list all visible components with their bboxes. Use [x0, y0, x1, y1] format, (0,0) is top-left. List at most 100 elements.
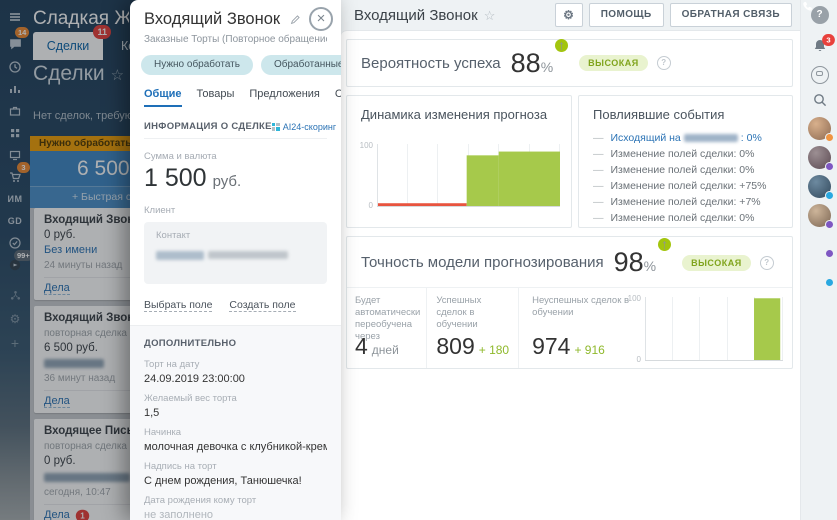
- support-chat-button[interactable]: [801, 66, 837, 84]
- close-icon[interactable]: ×: [309, 7, 333, 31]
- network-icon[interactable]: [0, 284, 30, 306]
- avatar[interactable]: [808, 262, 831, 285]
- activities-counter-badge: 1: [76, 509, 90, 520]
- model-stat-value: 974: [532, 333, 570, 359]
- deal-card-activities-link[interactable]: Дела: [44, 282, 70, 295]
- updates-disc-icon[interactable]: 99+: [0, 254, 30, 276]
- custom-field-label: Желаемый вес торта: [144, 393, 327, 404]
- deal-card-activities-link[interactable]: Дела: [44, 395, 70, 408]
- event-row: —Изменение полей сделки: +7%: [593, 194, 780, 210]
- create-field-link[interactable]: Создать поле: [229, 299, 295, 312]
- model-stat: Будет автоматически переобучена через 4д…: [347, 287, 426, 368]
- redacted-contact-name: [156, 251, 204, 260]
- avatar[interactable]: [808, 233, 831, 256]
- event-text[interactable]: Изменение полей сделки: +7%: [611, 196, 761, 208]
- shop-cart-icon[interactable]: 3: [0, 166, 30, 188]
- client-field-label: Клиент: [144, 205, 327, 216]
- help-icon[interactable]: ?: [760, 256, 774, 270]
- stage-pill[interactable]: Нужно обработать: [141, 55, 253, 75]
- status-dot: [825, 220, 834, 229]
- support-chat-icon: [811, 66, 829, 84]
- deal-title: Входящий Звонок: [144, 10, 327, 29]
- custom-field-label: Надпись на торт: [144, 461, 327, 472]
- deal-extra-section: ДОПОЛНИТЕЛЬНО Торт на дату 24.09.2019 23…: [130, 325, 341, 520]
- custom-field[interactable]: Надпись на торт С днем рождения, Танюшеч…: [144, 461, 327, 488]
- success-probability-card: Вероятность успеха 88% ↑ ВЫСОКАЯ ?: [346, 39, 793, 87]
- event-text[interactable]: Изменение полей сделки: +75%: [611, 180, 767, 192]
- avatar[interactable]: [808, 146, 831, 169]
- custom-field[interactable]: Дата рождения кому торт не заполнено: [144, 495, 327, 520]
- influencing-events-card: Повлиявшие события —Исходящий на: 0% —Из…: [578, 95, 793, 228]
- redacted-client-name: [44, 359, 104, 368]
- event-text[interactable]: Изменение полей сделки: 0%: [611, 164, 755, 176]
- event-row: — Изменение полей сделки: +75%: [593, 178, 780, 194]
- deal-tab[interactable]: Предложения: [249, 88, 320, 107]
- redacted-contact-phone: [208, 251, 288, 259]
- avatar[interactable]: [808, 204, 831, 227]
- deal-info-section: ИНФОРМАЦИЯ О СДЕЛКЕ AI24-скоринг Сумма и…: [130, 107, 341, 311]
- im-shortcut[interactable]: ИМ: [0, 188, 30, 210]
- extra-section-heading: ДОПОЛНИТЕЛЬНО: [144, 338, 327, 349]
- right-toolbar: ? 3: [800, 0, 837, 520]
- dash-icon: —: [593, 180, 604, 192]
- custom-field[interactable]: Начинка молочная девочка с клубникой-кре…: [144, 427, 327, 454]
- events-title: Повлиявшие события: [579, 96, 792, 122]
- custom-field[interactable]: Желаемый вес торта 1,5: [144, 393, 327, 420]
- help-button[interactable]: ПОМОЩЬ: [589, 3, 664, 27]
- contact-card[interactable]: Контакт: [144, 222, 327, 284]
- left-app-rail: 14 3 ИМ GD 99+ ⚙ +: [0, 0, 30, 520]
- workspace-title: Сладкая Жизнь: [33, 8, 129, 30]
- event-text[interactable]: Изменение полей сделки: 0%: [611, 148, 755, 160]
- deal-tab[interactable]: Товары: [197, 88, 235, 107]
- status-dot: [825, 249, 834, 258]
- custom-field-value: молочная девочка с клубникой-крем печать…: [144, 441, 327, 454]
- trend-up-icon: ↑: [555, 39, 568, 52]
- deal-tab[interactable]: Счета: [335, 88, 341, 107]
- briefcase-icon[interactable]: [0, 100, 30, 122]
- menu-icon[interactable]: [0, 6, 30, 28]
- edit-pencil-icon[interactable]: [290, 14, 301, 25]
- amount-field-value[interactable]: 1 500руб.: [144, 164, 327, 193]
- ai-scoring-link[interactable]: AI24-скоринг: [272, 122, 336, 132]
- custom-field-value: 1,5: [144, 407, 327, 420]
- add-plus-icon[interactable]: +: [0, 332, 30, 354]
- redacted-phone: [684, 134, 738, 142]
- redacted-client-name: [44, 473, 130, 482]
- help-icon[interactable]: ?: [657, 56, 671, 70]
- favorite-star-icon[interactable]: ☆: [111, 67, 124, 84]
- event-text[interactable]: Изменение полей сделки: 0%: [611, 212, 755, 224]
- custom-field[interactable]: Торт на дату 24.09.2019 23:00:00: [144, 359, 327, 386]
- notifications-button[interactable]: 3: [801, 38, 837, 54]
- pipeline-selector[interactable]: Заказные Торты (Повторное обращение) ˅: [144, 34, 327, 45]
- apps-grid-icon[interactable]: [0, 122, 30, 144]
- global-help-button[interactable]: ?: [801, 6, 837, 24]
- custom-field-label: Торт на дату: [144, 359, 327, 370]
- model-stat: Успешных сделок в обучении 809+ 180: [426, 287, 518, 368]
- tasks-clock-icon[interactable]: [0, 56, 30, 78]
- openlines-chat-icon[interactable]: 14: [0, 32, 30, 54]
- settings-gear-button[interactable]: ⚙: [555, 3, 583, 27]
- deal-detail-panel: × Входящий Звонок Заказные Торты (Повтор…: [130, 0, 341, 520]
- search-button[interactable]: [801, 92, 837, 108]
- settings-gear-icon[interactable]: ⚙: [0, 308, 30, 330]
- avatar[interactable]: [808, 175, 831, 198]
- custom-field-value: 24.09.2019 23:00:00: [144, 373, 327, 386]
- deal-tab[interactable]: Общие: [144, 88, 182, 107]
- gd-shortcut[interactable]: GD: [0, 210, 30, 232]
- favorite-star-icon[interactable]: ☆: [484, 8, 496, 23]
- stage-bar: Нужно обработать Обработанные: [141, 55, 341, 75]
- event-text[interactable]: Исходящий на: 0%: [611, 132, 762, 144]
- stage-pill[interactable]: Обработанные: [261, 55, 341, 75]
- select-field-link[interactable]: Выбрать поле: [144, 299, 212, 312]
- dash-icon: —: [593, 212, 604, 224]
- accuracy-level-badge: ВЫСОКАЯ: [682, 255, 751, 271]
- deal-card-activities-link[interactable]: Дела: [44, 509, 70, 520]
- crm-chart-icon[interactable]: [0, 78, 30, 100]
- tab-deals[interactable]: Сделки 11: [33, 32, 103, 60]
- model-stat-label: Успешных сделок в обучении: [436, 295, 512, 333]
- search-icon: [812, 92, 828, 108]
- feedback-button[interactable]: ОБРАТНАЯ СВЯЗЬ: [670, 3, 792, 27]
- avatar[interactable]: [808, 117, 831, 140]
- bitrix-crm-screen: 14 3 ИМ GD 99+ ⚙ + Сладкая Жизнь: [0, 0, 837, 520]
- model-stat-value: 809: [436, 333, 474, 359]
